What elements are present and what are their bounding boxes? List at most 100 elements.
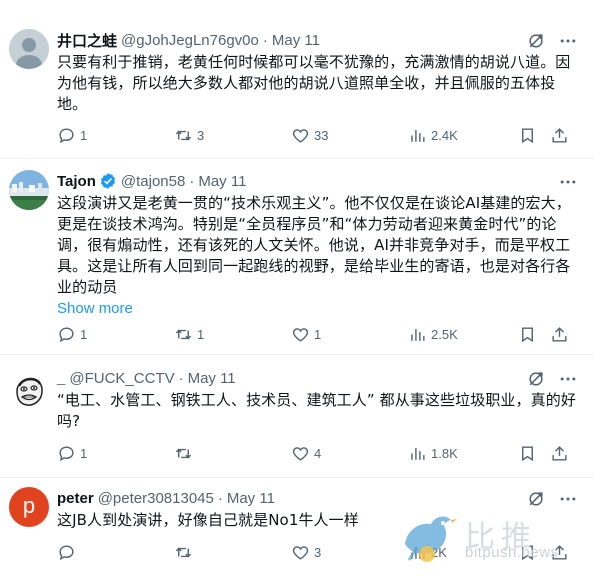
reply-icon bbox=[59, 445, 74, 461]
repost-button[interactable] bbox=[174, 444, 291, 463]
tweet-text: 只要有利于推销，老黄任何时候都可以毫不犹豫的，充满激情的胡说八道。因为他有钱，所… bbox=[57, 53, 571, 113]
more-options-icon[interactable] bbox=[558, 489, 578, 509]
views-count: 2.5K bbox=[431, 326, 458, 342]
like-count: 1 bbox=[314, 326, 322, 342]
like-count: 3 bbox=[314, 544, 322, 560]
avatar[interactable] bbox=[9, 29, 49, 69]
avatar-letter: p bbox=[22, 492, 36, 518]
separator-dot: · bbox=[262, 31, 268, 49]
verified-badge-icon bbox=[100, 173, 115, 189]
meme-face-avatar-icon bbox=[9, 369, 49, 409]
separator-dot: · bbox=[189, 172, 195, 190]
tweet[interactable]: 井口之蛙 @gJohJegLn76gv0o · May 11 只要有利于推销，老… bbox=[0, 0, 594, 159]
tweet-date[interactable]: May 11 bbox=[198, 173, 246, 190]
tweet[interactable]: _ @FUCK_CCTV · May 11 “电工、水管工、钢铁工人、技术员、建… bbox=[0, 355, 594, 478]
bookmark-icon bbox=[522, 127, 533, 143]
repost-icon bbox=[175, 448, 192, 458]
like-count: 33 bbox=[314, 127, 329, 143]
views-count: 2K bbox=[431, 544, 447, 560]
tweet-text: 这JB人到处演讲，好像自己就是No1牛人一样 bbox=[57, 511, 359, 529]
author-name[interactable]: _ bbox=[57, 370, 65, 387]
share-button[interactable] bbox=[550, 444, 569, 463]
bookmark-button[interactable] bbox=[518, 325, 550, 344]
author-name[interactable]: 井口之蛙 bbox=[57, 30, 117, 51]
tweet-text: “电工、水管工、钢铁工人、技术员、建筑工人” 都从事这些垃圾职业，真的好吗? bbox=[57, 391, 576, 430]
views-chart-icon bbox=[411, 328, 425, 341]
avatar[interactable] bbox=[9, 369, 49, 409]
share-icon bbox=[552, 326, 567, 342]
separator-dot: · bbox=[217, 489, 223, 507]
reply-count: 1 bbox=[80, 445, 88, 461]
like-count: 4 bbox=[314, 445, 322, 461]
share-icon bbox=[552, 544, 567, 560]
more-options-icon[interactable] bbox=[558, 369, 578, 389]
reply-button[interactable] bbox=[57, 543, 174, 562]
avatar[interactable]: p bbox=[9, 487, 49, 527]
like-button[interactable]: 3 bbox=[291, 543, 408, 562]
repost-button[interactable] bbox=[174, 543, 291, 562]
views-count: 1.8K bbox=[431, 445, 458, 461]
views-button[interactable]: 2.4K bbox=[408, 126, 518, 145]
author-handle[interactable]: @gJohJegLn76gv0o bbox=[121, 32, 259, 49]
author-name[interactable]: Tajon bbox=[57, 173, 96, 190]
bookmark-button[interactable] bbox=[518, 126, 550, 145]
show-more-link[interactable]: Show more bbox=[57, 298, 580, 319]
views-button[interactable]: 2.5K bbox=[408, 325, 518, 344]
reply-button[interactable]: 1 bbox=[57, 444, 174, 463]
like-button[interactable]: 33 bbox=[291, 126, 408, 145]
like-button[interactable]: 4 bbox=[291, 444, 408, 463]
tweet[interactable]: Tajon @tajon58 · May 11 这段演讲又是老黄一贯的“技术乐观… bbox=[0, 159, 594, 355]
repost-button[interactable]: 3 bbox=[174, 126, 291, 145]
repost-button[interactable]: 1 bbox=[174, 325, 291, 344]
tweet-date[interactable]: May 11 bbox=[227, 490, 275, 507]
grok-icon[interactable] bbox=[526, 369, 546, 389]
share-icon bbox=[552, 127, 567, 143]
reply-count: 1 bbox=[80, 326, 88, 342]
views-chart-icon bbox=[411, 447, 425, 460]
tweet-header: _ @FUCK_CCTV · May 11 bbox=[57, 367, 580, 389]
author-name[interactable]: peter bbox=[57, 490, 94, 507]
default-avatar-icon bbox=[9, 29, 49, 69]
repost-icon bbox=[175, 130, 192, 140]
tweet-header: 井口之蛙 @gJohJegLn76gv0o · May 11 bbox=[57, 29, 580, 51]
bookmark-icon bbox=[522, 445, 533, 461]
heart-icon bbox=[292, 327, 309, 342]
share-button[interactable] bbox=[550, 325, 569, 344]
reply-button[interactable]: 1 bbox=[57, 126, 174, 145]
more-options-icon[interactable] bbox=[558, 31, 578, 51]
heart-icon bbox=[292, 128, 309, 143]
bookmark-icon bbox=[522, 544, 533, 560]
views-button[interactable]: 1.8K bbox=[408, 444, 518, 463]
reply-button[interactable]: 1 bbox=[57, 325, 174, 344]
share-icon bbox=[552, 445, 567, 461]
heart-icon bbox=[292, 545, 309, 560]
author-handle[interactable]: @peter30813045 bbox=[98, 490, 214, 507]
separator-dot: · bbox=[178, 369, 184, 387]
tweet-text: 这段演讲又是老黄一贯的“技术乐观主义”。他不仅仅是在谈论AI基建的宏大，更是在谈… bbox=[57, 194, 571, 296]
tweet[interactable]: p peter @peter30813045 · May 11 这JB人到处演讲… bbox=[0, 478, 594, 576]
grok-icon[interactable] bbox=[526, 31, 546, 51]
share-button[interactable] bbox=[550, 543, 569, 562]
bookmark-icon bbox=[522, 326, 533, 342]
repost-count: 3 bbox=[197, 127, 205, 143]
like-button[interactable]: 1 bbox=[291, 325, 408, 344]
views-button[interactable]: 2K bbox=[408, 543, 518, 562]
timeline: 井口之蛙 @gJohJegLn76gv0o · May 11 只要有利于推销，老… bbox=[0, 0, 594, 576]
reply-icon bbox=[59, 326, 74, 342]
bookmark-button[interactable] bbox=[518, 543, 550, 562]
repost-icon bbox=[175, 329, 192, 339]
more-options-icon[interactable] bbox=[558, 172, 578, 192]
author-handle[interactable]: @FUCK_CCTV bbox=[69, 370, 174, 387]
tweet-header: Tajon @tajon58 · May 11 bbox=[57, 170, 580, 192]
share-button[interactable] bbox=[550, 126, 569, 145]
tweet-date[interactable]: May 11 bbox=[272, 32, 320, 49]
tweet-header: peter @peter30813045 · May 11 bbox=[57, 487, 580, 509]
reply-count: 1 bbox=[80, 127, 88, 143]
grok-icon[interactable] bbox=[526, 489, 546, 509]
repost-count: 1 bbox=[197, 326, 205, 342]
tweet-date[interactable]: May 11 bbox=[188, 370, 236, 387]
author-handle[interactable]: @tajon58 bbox=[121, 173, 185, 190]
bookmark-button[interactable] bbox=[518, 444, 550, 463]
avatar[interactable] bbox=[9, 170, 49, 210]
heart-icon bbox=[292, 446, 309, 461]
